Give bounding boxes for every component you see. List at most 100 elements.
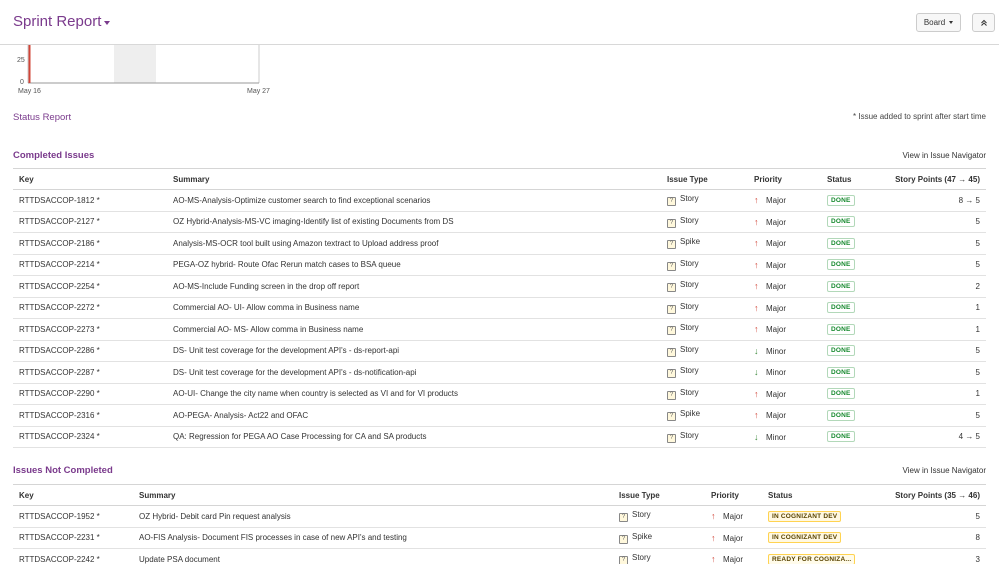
cell-status: DONE: [821, 211, 881, 233]
issue-type-label: Story: [680, 258, 699, 268]
story-points-value: 8 → 5: [958, 195, 980, 205]
issue-key-link[interactable]: RTTDSACCOP-2127 *: [19, 217, 100, 226]
arrow-up-icon: ↑: [711, 554, 716, 564]
issue-type-label: Story: [680, 280, 699, 290]
priority-label: Major: [766, 411, 787, 421]
issue-key-link[interactable]: RTTDSACCOP-1812 *: [19, 196, 100, 205]
cell-priority: ↑ Major: [748, 318, 821, 341]
table-row: RTTDSACCOP-1952 * OZ Hybrid- Debit card P…: [13, 505, 986, 528]
status-badge: DONE: [827, 280, 855, 292]
column-header-summary[interactable]: Summary: [167, 168, 661, 190]
column-header-key[interactable]: Key: [13, 168, 167, 190]
issue-type-label: Story: [680, 430, 699, 440]
cell-status: DONE: [821, 426, 881, 448]
issue-key-link[interactable]: RTTDSACCOP-2324 *: [19, 432, 100, 441]
issue-key-link[interactable]: RTTDSACCOP-2242 *: [19, 555, 100, 564]
cell-issue-type: ? Spike: [661, 232, 748, 255]
status-badge: IN COGNIZANT DEV: [768, 510, 842, 522]
status-badge: DONE: [827, 302, 855, 314]
collapse-button[interactable]: [972, 13, 995, 32]
cell-priority: ↓ Minor: [748, 340, 821, 362]
board-button[interactable]: Board: [916, 13, 961, 32]
story-icon: ?: [667, 347, 676, 357]
story-icon: ?: [667, 283, 676, 293]
y-tick-label: 25: [17, 57, 25, 64]
cell-priority: ↑ Major: [748, 297, 821, 319]
story-points-value: 5: [975, 238, 980, 248]
arrow-up-icon: ↑: [754, 388, 759, 399]
column-header-issue-type[interactable]: Issue Type: [613, 484, 705, 506]
story-points-value: 5: [975, 410, 980, 420]
table-header-row: Key Summary Issue Type Priority Status S…: [13, 168, 986, 190]
table-row: RTTDSACCOP-2316 * AO-PEGA- Analysis- Act2…: [13, 404, 986, 427]
issue-key-link[interactable]: RTTDSACCOP-2254 *: [19, 282, 100, 291]
cell-status: DONE: [821, 340, 881, 362]
column-header-priority[interactable]: Priority: [705, 484, 762, 506]
issue-summary: OZ Hybrid- Debit card Pin request analys…: [139, 511, 291, 521]
cell-story-points: 5: [862, 505, 986, 528]
cell-summary: AO-FIS Analysis- Document FIS processes …: [133, 527, 613, 549]
status-badge: DONE: [827, 388, 855, 400]
cell-story-points: 8 → 5: [881, 189, 986, 212]
column-header-priority[interactable]: Priority: [748, 168, 821, 190]
issue-key-link[interactable]: RTTDSACCOP-2287 *: [19, 368, 100, 377]
cell-issue-type: ? Story: [661, 383, 748, 405]
chevron-down-icon: [104, 20, 111, 25]
issue-type-label: Story: [680, 301, 699, 311]
priority-label: Major: [723, 555, 744, 564]
issue-type-label: Story: [680, 366, 699, 376]
cell-priority: ↑ Major: [705, 505, 762, 528]
cell-key: RTTDSACCOP-2287 *: [13, 361, 167, 384]
issue-key-link[interactable]: RTTDSACCOP-2272 *: [19, 303, 100, 312]
arrow-up-icon: ↑: [754, 195, 759, 206]
table-row: RTTDSACCOP-2127 * OZ Hybrid-Analysis-MS-V…: [13, 211, 986, 233]
cell-issue-type: ? Story: [661, 340, 748, 362]
story-icon: ?: [667, 197, 676, 207]
issue-key-link[interactable]: RTTDSACCOP-2186 *: [19, 239, 100, 248]
issue-type-label: Story: [680, 323, 699, 333]
story-points-value: 5: [975, 217, 980, 227]
cell-priority: ↑ Major: [705, 548, 762, 564]
column-header-issue-type[interactable]: Issue Type: [661, 168, 748, 190]
issue-key-link[interactable]: RTTDSACCOP-2286 *: [19, 346, 100, 355]
priority-label: Major: [766, 282, 787, 292]
not-completed-issue-navigator-link[interactable]: View in Issue Navigator: [903, 466, 986, 475]
column-header-summary[interactable]: Summary: [133, 484, 613, 506]
issue-key-link[interactable]: RTTDSACCOP-2290 *: [19, 389, 100, 398]
cell-key: RTTDSACCOP-2127 *: [13, 211, 167, 233]
cell-story-points: 8: [862, 527, 986, 549]
cell-status: DONE: [821, 275, 881, 298]
cell-key: RTTDSACCOP-2316 *: [13, 404, 167, 427]
column-header-key[interactable]: Key: [13, 484, 133, 506]
issue-key-link[interactable]: RTTDSACCOP-2273 *: [19, 325, 100, 334]
table-row: RTTDSACCOP-2272 * Commercial AO- UI- Allo…: [13, 297, 986, 319]
status-badge: DONE: [827, 194, 855, 206]
story-points-value: 1: [975, 303, 980, 313]
status-badge: DONE: [827, 237, 855, 249]
status-report-link[interactable]: Status Report: [13, 112, 71, 123]
priority-label: Minor: [766, 346, 787, 356]
cell-issue-type: ? Spike: [613, 527, 705, 549]
completed-issue-navigator-link[interactable]: View in Issue Navigator: [903, 151, 986, 160]
column-header-story-points[interactable]: Story Points (35 → 46): [862, 484, 986, 506]
status-badge: IN COGNIZANT DEV: [768, 532, 842, 544]
issue-key-link[interactable]: RTTDSACCOP-1952 *: [19, 512, 100, 521]
issue-summary: AO-FIS Analysis- Document FIS processes …: [139, 533, 407, 543]
arrow-up-icon: ↑: [754, 216, 759, 227]
page-header: Sprint Report Board: [0, 0, 999, 45]
story-icon: ?: [667, 433, 676, 443]
column-header-status[interactable]: Status: [821, 168, 881, 190]
cell-summary: Update PSA document: [133, 548, 613, 564]
cell-issue-type: ? Story: [613, 505, 705, 528]
board-button-label: Board: [923, 18, 946, 27]
issue-key-link[interactable]: RTTDSACCOP-2231 *: [19, 533, 100, 542]
sprint-report-dropdown[interactable]: Sprint Report: [13, 13, 111, 30]
column-header-story-points[interactable]: Story Points (47 → 45): [881, 168, 986, 190]
story-points-value: 8: [975, 533, 980, 543]
issue-key-link[interactable]: RTTDSACCOP-2214 *: [19, 260, 100, 269]
cell-status: IN COGNIZANT DEV: [762, 527, 862, 549]
cell-key: RTTDSACCOP-2272 *: [13, 297, 167, 319]
column-header-status[interactable]: Status: [762, 484, 862, 506]
cell-issue-type: ? Story: [661, 318, 748, 341]
issue-key-link[interactable]: RTTDSACCOP-2316 *: [19, 411, 100, 420]
